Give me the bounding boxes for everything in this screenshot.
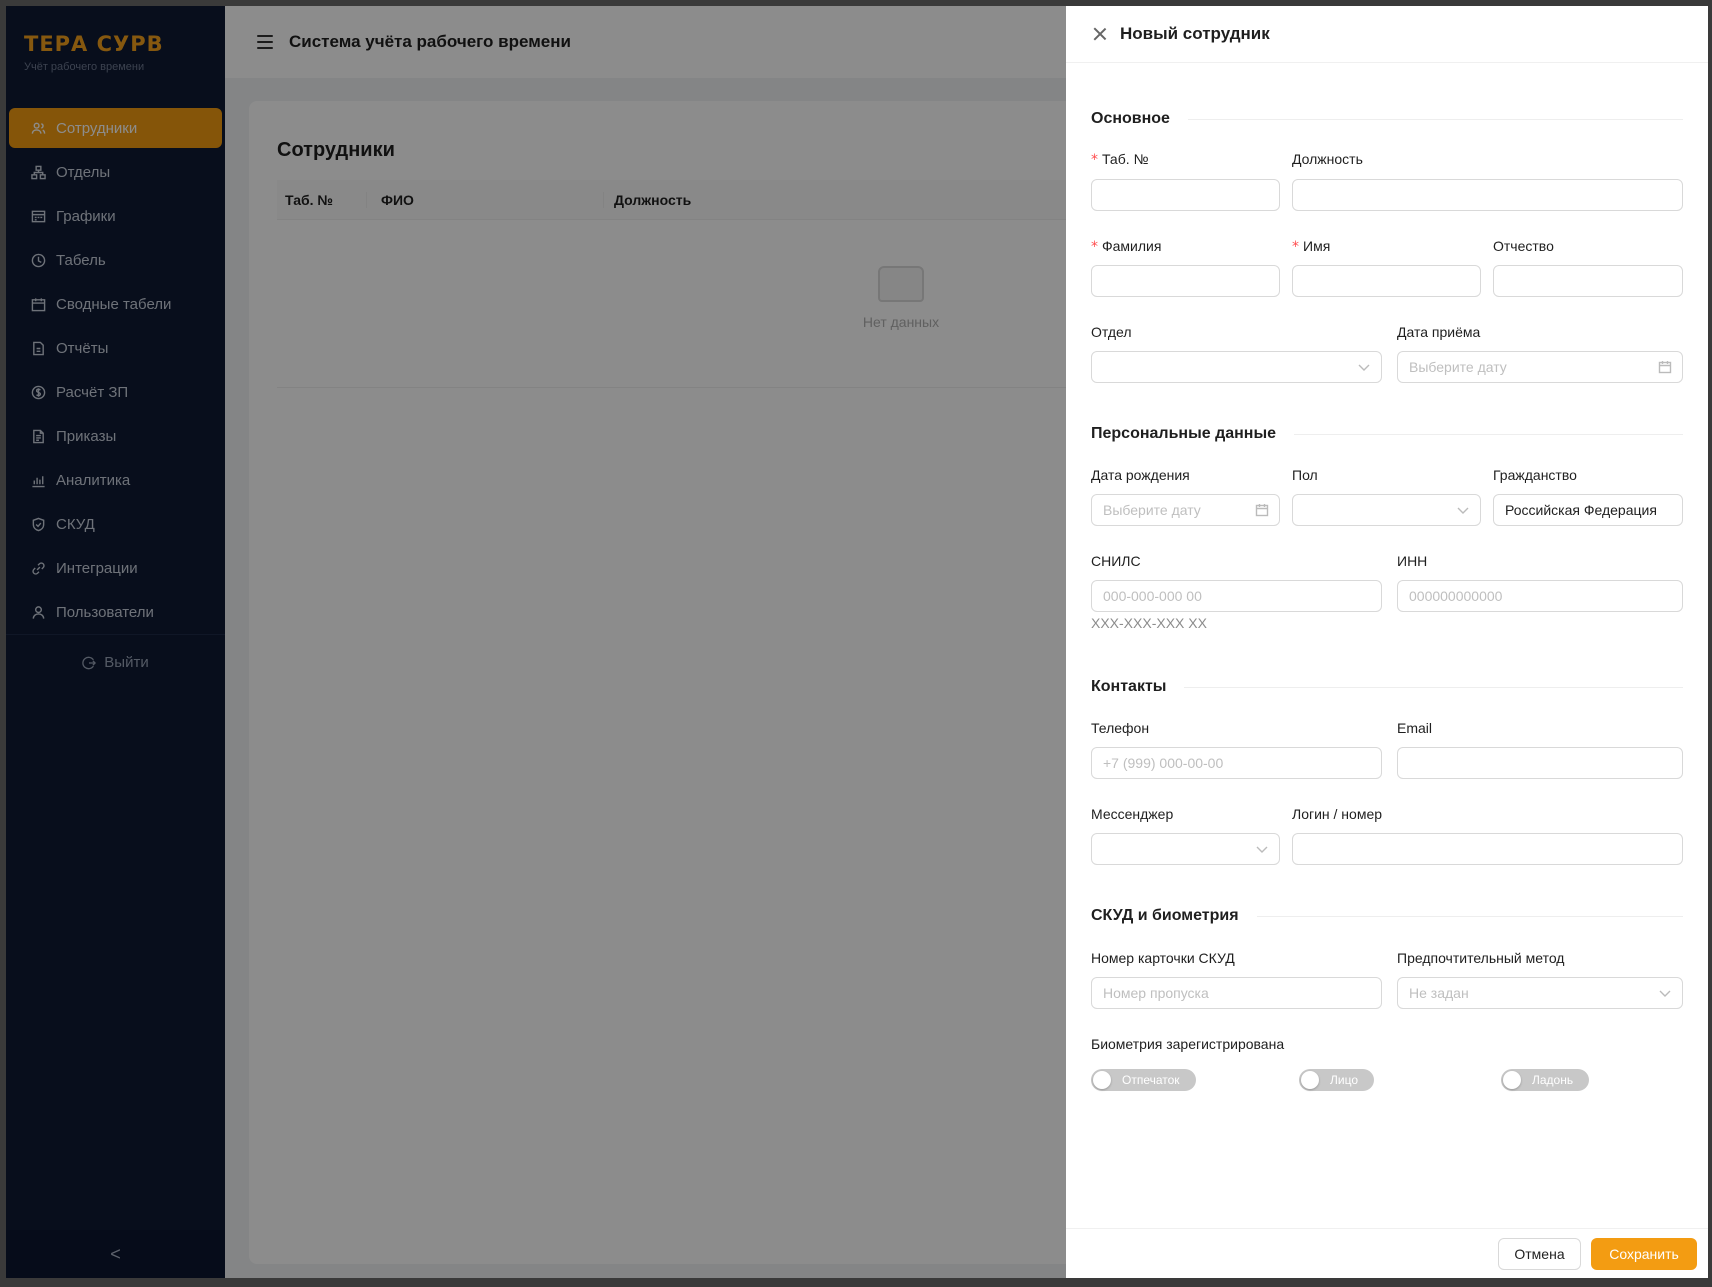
- drawer-title: Новый сотрудник: [1120, 24, 1270, 43]
- required-mark: *: [1292, 239, 1299, 255]
- phone-input[interactable]: +7 (999) 000-00-00: [1091, 747, 1382, 779]
- section-contacts: Контакты: [1091, 678, 1683, 696]
- app-window: ТЕРА СУРВ Учёт рабочего времени Сотрудни…: [6, 6, 1708, 1278]
- method-select[interactable]: Не задан: [1397, 977, 1683, 1009]
- toggle-knob: [1503, 1071, 1521, 1089]
- last-name-input[interactable]: [1091, 265, 1280, 297]
- card-no-label: Номер карточки СКУД: [1091, 950, 1235, 966]
- chevron-down-icon: [1255, 842, 1269, 856]
- cancel-button[interactable]: Отмена: [1498, 1238, 1581, 1270]
- login-label: Логин / номер: [1292, 806, 1383, 822]
- toggle-knob: [1301, 1071, 1319, 1089]
- new-employee-drawer: Новый сотрудник Основное * Таб. № Должнос…: [1066, 6, 1708, 1278]
- drawer-footer: Отмена Сохранить: [1066, 1228, 1708, 1278]
- last-name-label: * Фамилия: [1091, 238, 1162, 255]
- middle-name-input[interactable]: [1493, 265, 1683, 297]
- calendar-icon: [1255, 503, 1269, 517]
- section-divider: [1294, 433, 1683, 435]
- section-divider: [1256, 915, 1683, 917]
- gender-select[interactable]: [1292, 494, 1481, 526]
- section-title: Контакты: [1091, 678, 1167, 695]
- calendar-icon: [1658, 360, 1672, 374]
- phone-label: Телефон: [1091, 720, 1150, 736]
- section-title: СКУД и биометрия: [1091, 907, 1239, 924]
- messenger-label: Мессенджер: [1091, 806, 1174, 822]
- section-title: Персональные данные: [1091, 425, 1277, 442]
- gender-label: Пол: [1292, 467, 1318, 483]
- department-select[interactable]: [1091, 351, 1382, 383]
- messenger-select[interactable]: [1091, 833, 1280, 865]
- biometrics-label: Биометрия зарегистрирована: [1091, 1036, 1285, 1052]
- inn-input[interactable]: 000000000000: [1397, 580, 1683, 612]
- required-mark: *: [1091, 152, 1098, 168]
- face-toggle[interactable]: Лицо: [1299, 1069, 1374, 1091]
- fingerprint-toggle[interactable]: Отпечаток: [1091, 1069, 1196, 1091]
- save-button[interactable]: Сохранить: [1591, 1238, 1697, 1270]
- snils-label: СНИЛС: [1091, 553, 1141, 569]
- tab-no-label: * Таб. №: [1091, 151, 1149, 168]
- section-title: Основное: [1091, 110, 1170, 127]
- birth-date-picker[interactable]: Выберите дату: [1091, 494, 1280, 526]
- tab-no-input[interactable]: [1091, 179, 1280, 211]
- chevron-down-icon: [1357, 360, 1371, 374]
- section-divider: [1184, 686, 1683, 688]
- inn-label: ИНН: [1397, 553, 1428, 569]
- card-no-input[interactable]: Номер пропуска: [1091, 977, 1382, 1009]
- palm-toggle[interactable]: Ладонь: [1501, 1069, 1590, 1091]
- chevron-down-icon: [1456, 503, 1470, 517]
- method-label: Предпочтительный метод: [1397, 950, 1565, 966]
- toggle-knob: [1093, 1071, 1111, 1089]
- snils-hint: XXX-XXX-XXX XX: [1091, 615, 1207, 631]
- citizenship-label: Гражданство: [1493, 467, 1577, 483]
- position-label: Должность: [1292, 151, 1363, 167]
- first-name-label: * Имя: [1292, 238, 1331, 255]
- section-basic: Основное: [1091, 110, 1683, 128]
- position-input[interactable]: [1292, 179, 1683, 211]
- middle-name-label: Отчество: [1493, 238, 1554, 254]
- login-input[interactable]: [1292, 833, 1683, 865]
- hire-date-label: Дата приёма: [1397, 324, 1481, 340]
- department-label: Отдел: [1091, 324, 1132, 340]
- close-icon[interactable]: [1092, 26, 1108, 42]
- hire-date-picker[interactable]: Выберите дату: [1397, 351, 1683, 383]
- section-personal: Персональные данные: [1091, 425, 1683, 443]
- section-divider: [1187, 118, 1683, 120]
- email-input[interactable]: [1397, 747, 1683, 779]
- section-access-control: СКУД и биометрия: [1091, 907, 1683, 925]
- first-name-input[interactable]: [1292, 265, 1481, 297]
- birth-date-label: Дата рождения: [1091, 467, 1190, 483]
- chevron-down-icon: [1658, 986, 1672, 1000]
- email-label: Email: [1397, 720, 1433, 736]
- citizenship-input[interactable]: Российская Федерация: [1493, 494, 1683, 526]
- snils-input[interactable]: 000-000-000 00: [1091, 580, 1382, 612]
- drawer-header: Новый сотрудник: [1066, 6, 1708, 63]
- required-mark: *: [1091, 239, 1098, 255]
